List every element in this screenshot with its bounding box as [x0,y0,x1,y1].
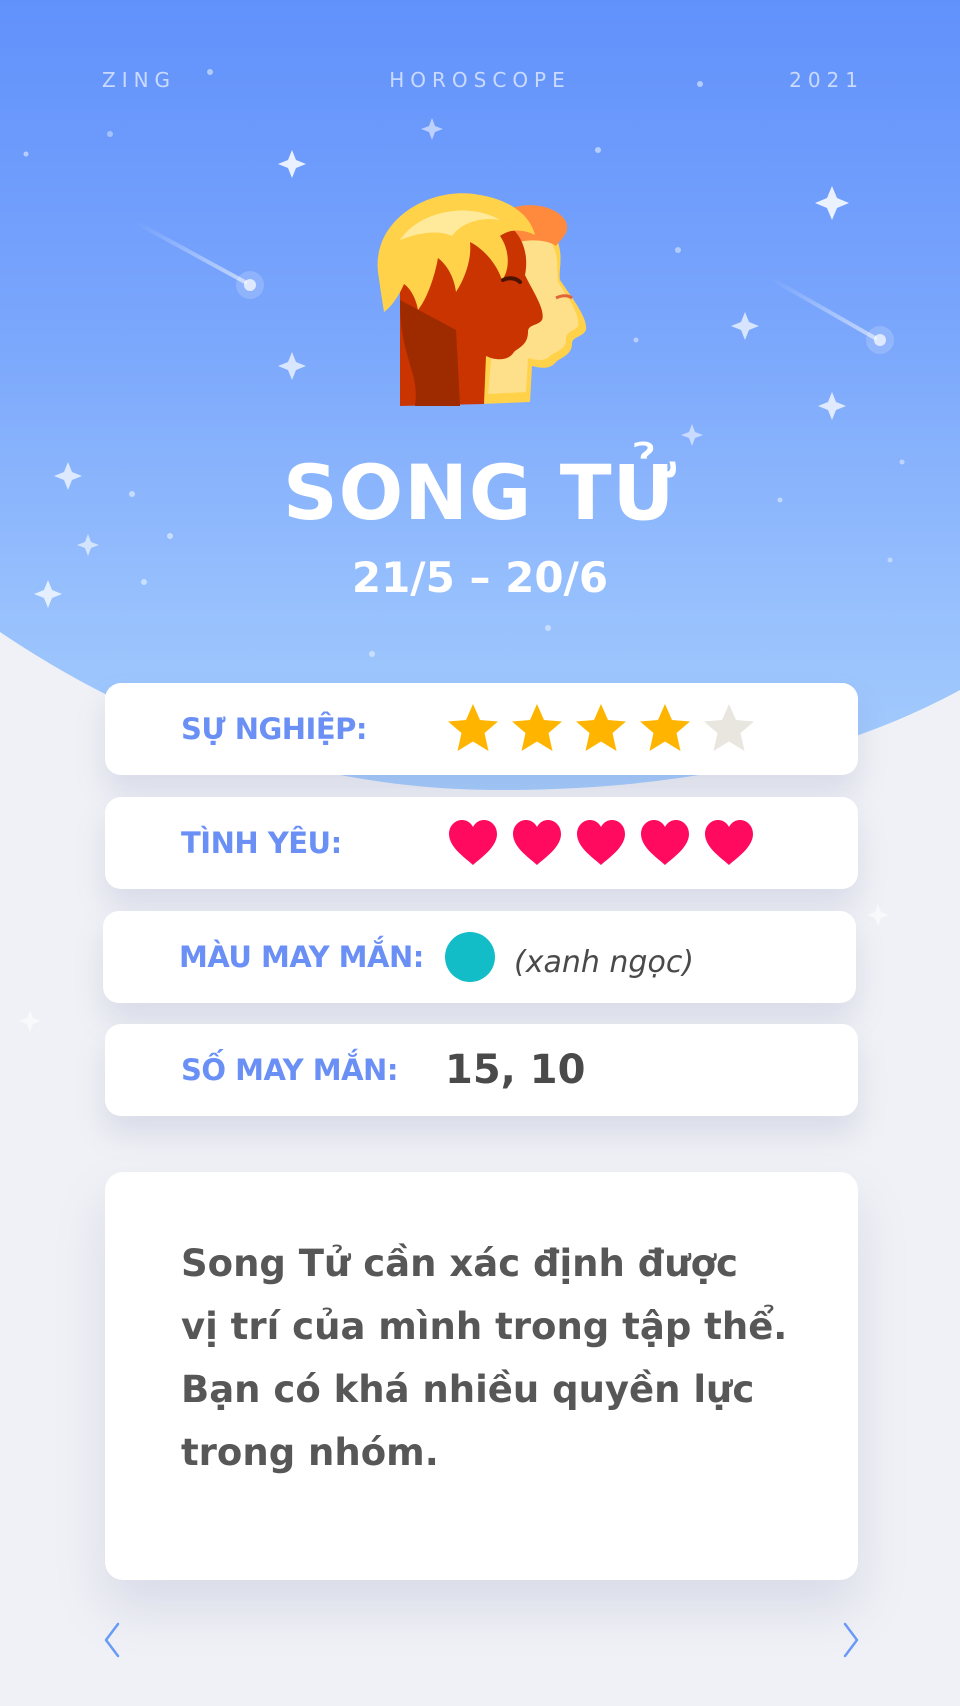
chevron-left-icon[interactable] [98,1620,128,1660]
sign-name: SONG TỬ [282,448,678,537]
career-rating [445,701,765,757]
message-card: Song Tử cần xác định được vị trí của mìn… [105,1172,858,1580]
star-icon [512,704,562,751]
chevron-right-icon[interactable] [835,1620,865,1660]
horoscope-message: Song Tử cần xác định được vị trí của mìn… [181,1242,788,1474]
top-bar: ZING HOROSCOPE 2021 [0,68,960,98]
star-icon [448,704,498,751]
lucky-color-label: MÀU MAY MẮN: [179,940,424,974]
heart-icon [449,820,497,865]
lucky-color-card: MÀU MAY MẮN: (xanh ngọc) [103,911,856,1003]
lucky-number-value: 15, 10 [445,1047,586,1093]
star-icon [576,704,626,751]
career-label: SỰ NGHIỆP: [181,712,368,746]
love-label: TÌNH YÊU: [181,826,342,860]
career-card: SỰ NGHIỆP: [105,683,858,775]
lucky-number-label: SỐ MAY MẮN: [181,1053,398,1087]
star-icon [640,704,690,751]
love-card: TÌNH YÊU: [105,797,858,889]
heart-icon [641,820,689,865]
year-label: 2021 [789,68,864,92]
heart-icon [513,820,561,865]
heart-icon [577,820,625,865]
sign-dates: 21/5 – 20/6 [351,553,609,602]
gemini-twins-icon [377,193,587,406]
love-rating [445,815,765,871]
lucky-color-name: (xanh ngọc) [514,945,695,980]
lucky-color-swatch [445,932,495,982]
lucky-number-card: SỐ MAY MẮN: 15, 10 [105,1024,858,1116]
heart-icon [705,820,753,865]
star-empty-icon [704,704,754,751]
